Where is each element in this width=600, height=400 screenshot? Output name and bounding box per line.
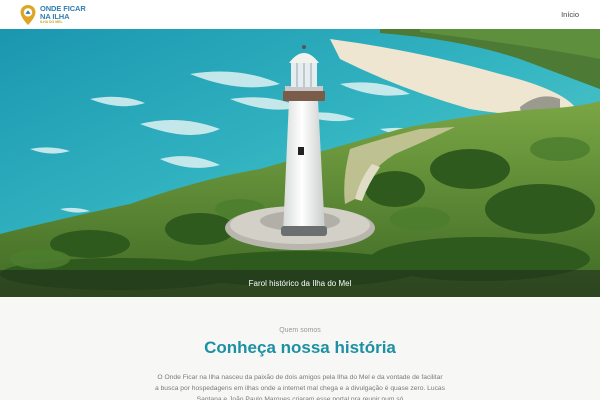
hero-caption-bar: Farol histórico da Ilha do Mel: [0, 270, 600, 297]
logo-tagline: ILHA DO MEL: [40, 20, 63, 24]
logo-line-1: ONDE FICAR: [40, 3, 86, 13]
map-pin-icon: [20, 4, 36, 25]
logo-line-2: NA ILHA: [40, 11, 70, 21]
hero-caption: Farol histórico da Ilha do Mel: [248, 279, 352, 288]
about-section: Quem somos Conheça nossa história O Onde…: [0, 297, 600, 400]
logo-wordmark: ONDE FICAR NA ILHA ILHA DO MEL: [40, 3, 86, 25]
site-header: ONDE FICAR NA ILHA ILHA DO MEL Início: [0, 0, 600, 29]
section-kicker: Quem somos: [279, 327, 321, 334]
site-logo[interactable]: ONDE FICAR NA ILHA ILHA DO MEL: [19, 4, 86, 26]
hero-banner: Farol histórico da Ilha do Mel: [0, 29, 600, 297]
nav-link-home[interactable]: Início: [561, 10, 579, 19]
about-paragraph: O Onde Ficar na Ilha nasceu da paixão de…: [155, 374, 445, 400]
hero-image-lighthouse: [0, 29, 600, 297]
section-heading: Conheça nossa história: [204, 338, 396, 357]
